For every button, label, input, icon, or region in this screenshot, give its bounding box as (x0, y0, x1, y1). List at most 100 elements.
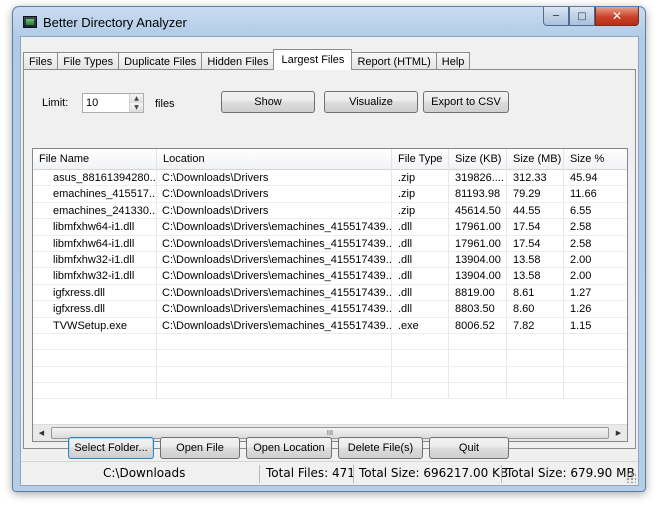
tab-help[interactable]: Help (435, 52, 471, 70)
column-header-location[interactable]: Location (157, 149, 392, 170)
cell-size-percent: 2.00 (564, 252, 627, 268)
cell-size-percent (564, 367, 627, 383)
cell-file-name: libmfxhw32-i1.dll (33, 268, 157, 285)
stepper-up-icon[interactable]: ▲ (130, 94, 143, 103)
cell-file-name: igfxress.dll (33, 284, 157, 301)
status-bar: C:\Downloads Total Files: 471 Total Size… (21, 461, 638, 485)
minimize-icon: ─ (552, 10, 560, 22)
window-title: Better Directory Analyzer (43, 15, 187, 30)
cell-size-percent: 11.66 (564, 186, 627, 202)
tab-hidden-files[interactable]: Hidden Files (201, 52, 275, 70)
cell-file-type: .dll (392, 284, 449, 301)
status-separator (501, 465, 502, 483)
column-header-file-name[interactable]: File Name (33, 149, 157, 170)
cell-size-kb: 81193.98 (449, 186, 507, 203)
table-row[interactable]: emachines_241330... C:\Downloads\Drivers.… (33, 202, 627, 220)
cell-file-type: .dll (392, 301, 449, 318)
column-header-size-percent[interactable]: Size % (564, 149, 627, 170)
cell-size-mb: 44.55 (507, 202, 564, 219)
table-row[interactable]: TVWSetup.exe C:\Downloads\Drivers\emachin… (33, 317, 627, 334)
column-header-size-mb[interactable]: Size (MB) (507, 149, 564, 170)
title-bar[interactable]: Better Directory Analyzer ─ □ ✕ (13, 7, 645, 35)
cell-file-name: asus_88161394280... (33, 170, 157, 186)
tab-strip: Files File Types Duplicate Files Hidden … (23, 49, 471, 70)
select-folder-button[interactable]: Select Folder... (68, 437, 154, 459)
cell-location: C:\Downloads\Drivers\emachines_415517439… (157, 268, 392, 285)
table-row[interactable]: igfxress.dll C:\Downloads\Drivers\emachin… (33, 284, 627, 302)
resize-grip-icon[interactable] (626, 473, 636, 483)
cell-file-name: emachines_415517... (33, 186, 157, 203)
cell-size-percent: 1.27 (564, 285, 627, 301)
column-header-size-kb[interactable]: Size (KB) (449, 149, 507, 170)
maximize-button[interactable]: □ (569, 7, 595, 26)
cell-location: C:\Downloads\Drivers\emachines_415517439… (157, 317, 392, 334)
client-area: Files File Types Duplicate Files Hidden … (20, 36, 639, 486)
scroll-right-icon[interactable]: ▶ (610, 425, 627, 441)
table-row[interactable]: libmfxhw64-i1.dll C:\Downloads\Drivers\em… (33, 235, 627, 252)
cell-size-kb: 13904.00 (449, 268, 507, 285)
cell-size-mb: 7.82 (507, 317, 564, 334)
cell-size-mb: 79.29 (507, 186, 564, 203)
cell-location: C:\Downloads\Drivers (157, 170, 392, 186)
cell-location: C:\Downloads\Drivers (157, 202, 392, 219)
minimize-button[interactable]: ─ (543, 7, 569, 26)
open-file-button[interactable]: Open File (160, 437, 240, 459)
tab-file-types[interactable]: File Types (57, 52, 120, 70)
maximize-icon: □ (577, 10, 587, 22)
empty-table-row[interactable] (33, 350, 627, 367)
cell-size-kb (449, 350, 507, 367)
stepper-down-icon[interactable]: ▼ (130, 103, 143, 112)
cell-file-name: igfxress.dll (33, 301, 157, 318)
cell-file-name: libmfxhw32-i1.dll (33, 251, 157, 268)
open-location-button[interactable]: Open Location (246, 437, 332, 459)
tab-report-html[interactable]: Report (HTML) (351, 52, 437, 70)
column-header-file-type[interactable]: File Type (392, 149, 449, 170)
quit-button[interactable]: Quit (429, 437, 509, 459)
limit-value[interactable]: 10 (86, 97, 98, 109)
show-button[interactable]: Show (221, 91, 315, 113)
cell-location (157, 350, 392, 367)
table-row[interactable]: asus_88161394280... C:\Downloads\Drivers.… (33, 170, 627, 187)
files-label: files (155, 98, 175, 110)
cell-location: C:\Downloads\Drivers\emachines_415517439… (157, 235, 392, 252)
tab-largest-files[interactable]: Largest Files (273, 49, 353, 70)
cell-location: C:\Downloads\Drivers\emachines_415517439… (157, 251, 392, 268)
empty-table-row[interactable] (33, 366, 627, 384)
cell-size-kb: 8006.52 (449, 317, 507, 334)
limit-stepper[interactable]: 10 ▲ ▼ (82, 93, 144, 113)
table-row[interactable]: emachines_415517... C:\Downloads\Drivers.… (33, 186, 627, 203)
close-button[interactable]: ✕ (595, 7, 639, 26)
cell-file-type: .dll (392, 268, 449, 285)
cell-size-mb: 17.54 (507, 235, 564, 252)
tab-files[interactable]: Files (23, 52, 59, 70)
cell-file-type: .zip (392, 202, 449, 219)
status-total-files: Total Files: 471 (266, 466, 355, 480)
cell-file-type: .exe (392, 317, 449, 334)
cell-size-mb: 8.61 (507, 284, 564, 301)
table-row[interactable]: libmfxhw64-i1.dll C:\Downloads\Drivers\em… (33, 219, 627, 236)
cell-size-kb: 8819.00 (449, 284, 507, 301)
cell-size-percent: 2.00 (564, 268, 627, 284)
export-csv-button[interactable]: Export to CSV (423, 91, 509, 113)
cell-size-percent: 1.26 (564, 301, 627, 317)
cell-file-type (392, 366, 449, 383)
empty-table-row[interactable] (33, 333, 627, 351)
table-row[interactable]: igfxress.dll C:\Downloads\Drivers\emachin… (33, 301, 627, 318)
delete-files-button[interactable]: Delete File(s) (338, 437, 423, 459)
visualize-button[interactable]: Visualize (324, 91, 418, 113)
cell-file-name: emachines_241330... (33, 202, 157, 219)
tab-duplicate-files[interactable]: Duplicate Files (118, 52, 203, 70)
largest-files-table[interactable]: File Name Location File Type Size (KB) S… (32, 148, 628, 442)
cell-size-mb (507, 383, 564, 400)
app-window: Better Directory Analyzer ─ □ ✕ Files Fi… (12, 6, 646, 492)
table-row[interactable]: libmfxhw32-i1.dll C:\Downloads\Drivers\em… (33, 268, 627, 285)
stepper-arrows: ▲ ▼ (129, 94, 143, 112)
limit-label: Limit: (42, 97, 69, 109)
cell-size-percent: 45.94 (564, 170, 627, 186)
empty-table-row[interactable] (33, 383, 627, 400)
scroll-left-icon[interactable]: ◀ (33, 425, 50, 441)
cell-file-type: .zip (392, 170, 449, 186)
table-row[interactable]: libmfxhw32-i1.dll C:\Downloads\Drivers\em… (33, 251, 627, 269)
cell-size-mb: 13.58 (507, 268, 564, 285)
window-controls: ─ □ ✕ (543, 7, 639, 27)
